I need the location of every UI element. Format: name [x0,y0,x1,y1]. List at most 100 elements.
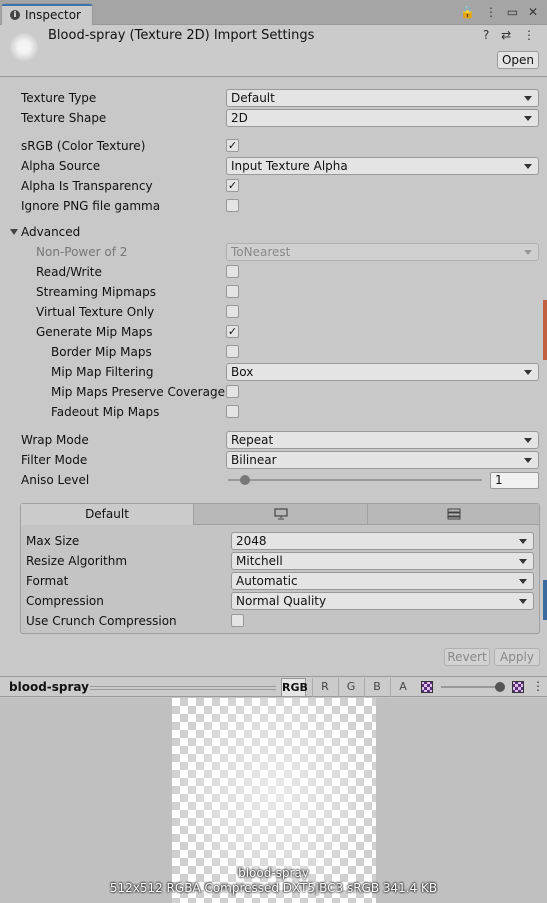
background-scene-strip [543,300,547,360]
revert-button[interactable]: Revert [444,648,490,666]
texture-type-dropdown[interactable]: Default [226,89,539,107]
chevron-down-icon [519,599,527,604]
preview-texture-name: blood-spray [238,866,309,880]
mip-filtering-value: Box [231,365,254,379]
non-power-of-2-dropdown: ToNearest [226,243,539,261]
foldout-expanded-icon[interactable] [10,229,18,235]
filter-mode-dropdown[interactable]: Bilinear [226,451,539,469]
read-write-checkbox[interactable] [226,265,239,278]
tab-inspector[interactable]: i Inspector [1,3,93,25]
read-write-label: Read/Write [36,265,102,279]
preview-texture-info: 512x512 RGBA Compressed DXT5|BC3 sRGB 34… [109,881,438,895]
advanced-foldout[interactable]: Advanced [21,225,80,239]
texture-thumbnail-icon [10,33,38,61]
channel-b-button[interactable]: B [364,678,389,697]
aniso-slider-track[interactable] [228,479,482,481]
wrap-mode-value: Repeat [231,433,274,447]
streaming-mipmaps-checkbox[interactable] [226,285,239,298]
more-options-icon[interactable]: ⋮ [532,679,544,693]
tab-default-platform[interactable]: Default [21,504,194,525]
mip-large-icon [512,681,524,693]
header-title: Blood-spray (Texture 2D) Import Settings [48,28,315,43]
texture-type-label: Texture Type [21,91,97,105]
info-icon: i [10,10,20,20]
mip-preserve-label: Mip Maps Preserve Coverage [51,385,225,399]
texture-shape-label: Texture Shape [21,111,107,125]
tab-label: Inspector [25,8,81,22]
generate-mip-checkbox[interactable]: ✓ [226,325,239,338]
compression-value: Normal Quality [236,594,327,608]
resize-algorithm-dropdown[interactable]: Mitchell [231,552,534,570]
chevron-down-icon [524,370,532,375]
format-label: Format [26,574,69,588]
mip-small-icon [421,681,433,693]
fadeout-mip-label: Fadeout Mip Maps [51,405,160,419]
alpha-source-dropdown[interactable]: Input Texture Alpha [226,157,539,175]
max-size-value: 2048 [236,534,267,548]
chevron-down-icon [519,579,527,584]
resize-algorithm-value: Mitchell [236,554,283,568]
compression-dropdown[interactable]: Normal Quality [231,592,534,610]
aniso-slider-thumb[interactable] [240,475,250,485]
resize-algorithm-label: Resize Algorithm [26,554,128,568]
chevron-down-icon [524,438,532,443]
preview-title: blood-spray [9,680,89,694]
filter-mode-label: Filter Mode [21,453,88,467]
srgb-checkbox[interactable]: ✓ [226,139,239,152]
chevron-down-icon [524,458,532,463]
border-mip-label: Border Mip Maps [51,345,152,359]
chevron-down-icon [519,559,527,564]
alpha-transparency-checkbox[interactable]: ✓ [226,179,239,192]
virtual-texture-label: Virtual Texture Only [36,305,155,319]
streaming-mipmaps-label: Streaming Mipmaps [36,285,157,299]
aniso-level-field[interactable]: 1 [490,472,539,489]
wrap-mode-label: Wrap Mode [21,433,89,447]
virtual-texture-checkbox[interactable] [226,305,239,318]
ignore-png-gamma-checkbox[interactable] [226,199,239,212]
window-controls[interactable]: 🔒 ⋮ ▭ ✕ [460,5,541,19]
format-dropdown[interactable]: Automatic [231,572,534,590]
filter-mode-value: Bilinear [231,453,277,467]
wrap-mode-dropdown[interactable]: Repeat [226,431,539,449]
mip-slider-thumb[interactable] [495,682,505,692]
channel-g-button[interactable]: G [338,678,363,697]
mip-preserve-checkbox[interactable] [226,385,239,398]
max-size-dropdown[interactable]: 2048 [231,532,534,550]
inspector-header: Blood-spray (Texture 2D) Import Settings… [0,25,547,77]
compression-label: Compression [26,594,104,608]
alpha-source-value: Input Texture Alpha [231,159,348,173]
texture-shape-dropdown[interactable]: 2D [226,109,539,127]
texture-shape-value: 2D [231,111,248,125]
mip-slider-track[interactable] [441,686,503,688]
crunch-compression-checkbox[interactable] [231,614,244,627]
aniso-level-label: Aniso Level [21,473,90,487]
fadeout-mip-checkbox[interactable] [226,405,239,418]
monitor-icon [273,508,288,520]
tab-server-platform[interactable] [368,504,539,525]
texture-type-value: Default [231,91,275,105]
alpha-source-label: Alpha Source [21,159,101,173]
alpha-transparency-label: Alpha Is Transparency [21,179,153,193]
preview-toolbar: blood-spray RGB R G B A ⋮ [0,676,547,697]
open-button[interactable]: Open [497,51,539,69]
chevron-down-icon [524,116,532,121]
non-power-of-2-value: ToNearest [231,245,291,259]
max-size-label: Max Size [26,534,80,548]
tab-accent [2,4,92,6]
channel-a-button[interactable]: A [390,678,415,697]
tab-standalone-platform[interactable] [194,504,368,525]
server-icon [447,508,460,520]
mip-filtering-dropdown[interactable]: Box [226,363,539,381]
channel-rgb-button[interactable]: RGB [281,678,308,697]
header-tool-icons[interactable]: ? ⇄ ⋮ [483,28,539,42]
border-mip-checkbox[interactable] [226,345,239,358]
chevron-down-icon [524,164,532,169]
tab-bar: i Inspector 🔒 ⋮ ▭ ✕ [0,0,547,25]
preview-drag-handle[interactable] [90,686,276,690]
generate-mip-label: Generate Mip Maps [36,325,153,339]
apply-button[interactable]: Apply [494,648,540,666]
chevron-down-icon [519,539,527,544]
non-power-of-2-label: Non-Power of 2 [36,245,128,259]
mip-filtering-label: Mip Map Filtering [51,365,154,379]
channel-r-button[interactable]: R [312,678,337,697]
